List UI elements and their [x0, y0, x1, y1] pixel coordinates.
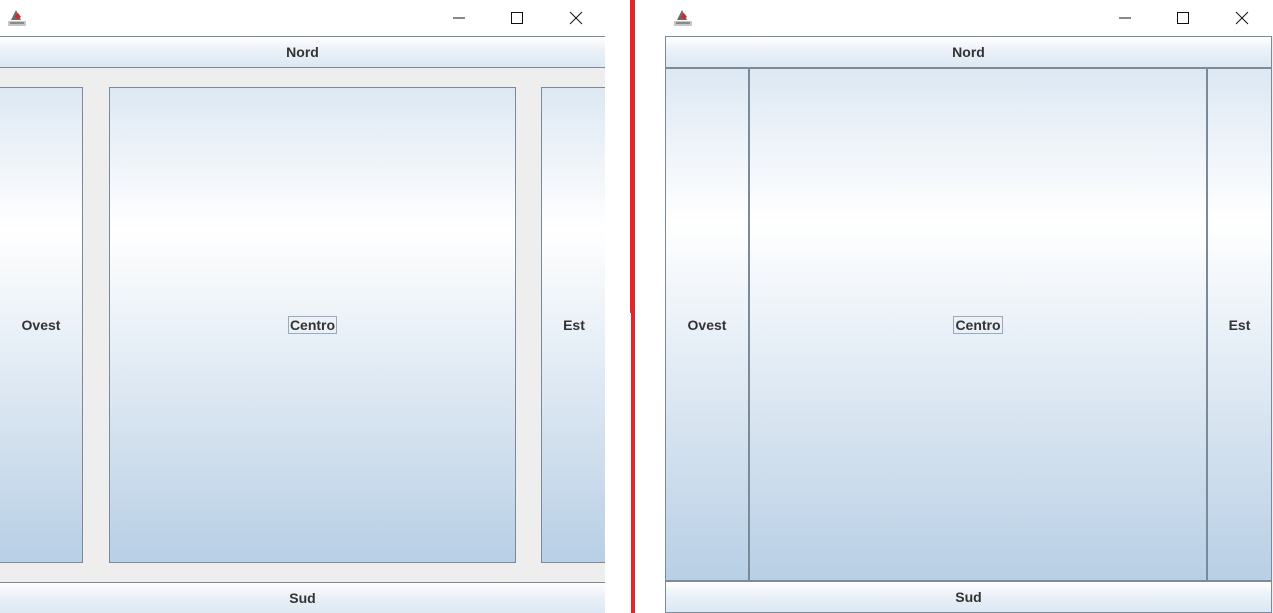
center-button[interactable]: Centro	[749, 68, 1207, 581]
close-icon[interactable]	[564, 6, 588, 30]
minimize-icon[interactable]	[447, 6, 471, 30]
close-icon[interactable]	[1230, 6, 1254, 30]
maximize-icon[interactable]	[505, 6, 529, 30]
north-button[interactable]: Nord	[665, 36, 1272, 68]
divider-line	[631, 0, 635, 613]
minimize-icon[interactable]	[1113, 6, 1137, 30]
maximize-icon[interactable]	[1171, 6, 1195, 30]
north-button[interactable]: Nord	[0, 36, 605, 68]
east-button[interactable]: Est	[541, 87, 605, 563]
center-button[interactable]: Centro	[109, 87, 516, 563]
east-button[interactable]: Est	[1207, 68, 1272, 581]
center-button-label: Centro	[287, 316, 338, 334]
center-button-label: Centro	[953, 315, 1003, 334]
south-button[interactable]: Sud	[0, 582, 605, 613]
border-layout-panel: Nord Ovest Centro Est Sud	[665, 36, 1273, 613]
border-layout-panel: Nord Ovest Centro Est Sud	[0, 36, 605, 613]
west-button[interactable]: Ovest	[665, 68, 749, 581]
title-bar[interactable]	[665, 0, 1273, 36]
south-button[interactable]: Sud	[665, 581, 1272, 613]
west-button[interactable]: Ovest	[0, 87, 83, 563]
window-left: Nord Ovest Centro Est Sud	[0, 0, 605, 613]
window-right: Nord Ovest Centro Est Sud	[665, 0, 1273, 613]
java-app-icon[interactable]	[7, 7, 27, 27]
java-app-icon[interactable]	[673, 7, 693, 27]
title-bar[interactable]	[0, 0, 605, 36]
